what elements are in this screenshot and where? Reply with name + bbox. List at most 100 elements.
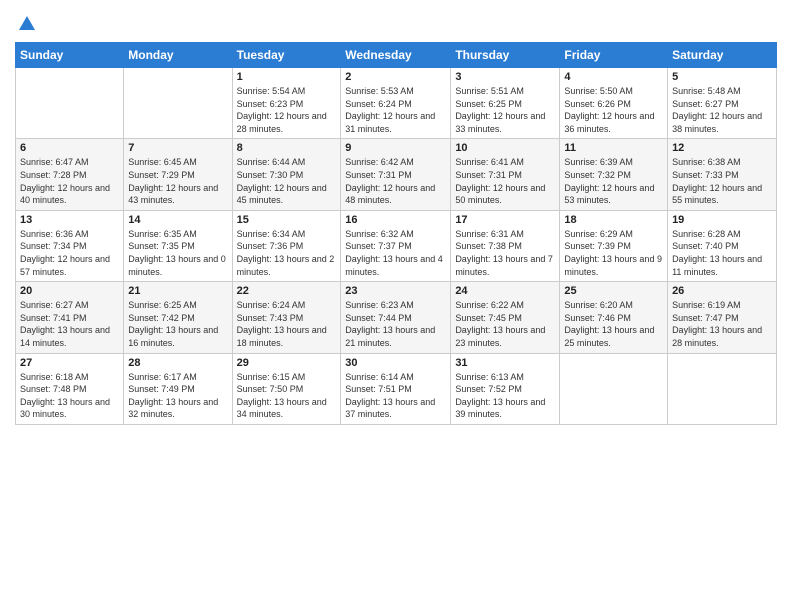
day-info: Sunrise: 5:54 AM Sunset: 6:23 PM Dayligh…	[237, 85, 337, 135]
calendar-cell: 7 Sunrise: 6:45 AM Sunset: 7:29 PM Daylig…	[124, 139, 232, 210]
day-of-week-header: Monday	[124, 43, 232, 68]
day-info: Sunrise: 6:38 AM Sunset: 7:33 PM Dayligh…	[672, 156, 772, 206]
day-of-week-header: Thursday	[451, 43, 560, 68]
day-info: Sunrise: 6:28 AM Sunset: 7:40 PM Dayligh…	[672, 228, 772, 278]
day-number: 29	[237, 357, 337, 369]
day-of-week-header: Tuesday	[232, 43, 341, 68]
day-number: 10	[455, 142, 555, 154]
day-info: Sunrise: 6:36 AM Sunset: 7:34 PM Dayligh…	[20, 228, 119, 278]
day-number: 19	[672, 214, 772, 226]
day-info: Sunrise: 5:50 AM Sunset: 6:26 PM Dayligh…	[564, 85, 663, 135]
day-info: Sunrise: 6:45 AM Sunset: 7:29 PM Dayligh…	[128, 156, 227, 206]
day-number: 14	[128, 214, 227, 226]
calendar-cell: 6Sunrise: 6:47 AM Sunset: 7:28 PM Daylig…	[16, 139, 124, 210]
day-info: Sunrise: 6:42 AM Sunset: 7:31 PM Dayligh…	[345, 156, 446, 206]
day-number: 23	[345, 285, 446, 297]
day-number: 11	[564, 142, 663, 154]
day-number: 25	[564, 285, 663, 297]
day-of-week-header: Saturday	[668, 43, 777, 68]
day-info: Sunrise: 6:35 AM Sunset: 7:35 PM Dayligh…	[128, 228, 227, 278]
calendar-week-row: 20 Sunrise: 6:27 AM Sunset: 7:41 PM Dayli…	[16, 282, 777, 353]
calendar-header-row: SundayMondayTuesdayWednesdayThursdayFrid…	[16, 43, 777, 68]
calendar-week-row: 1 Sunrise: 5:54 AM Sunset: 6:23 PM Daylig…	[16, 68, 777, 139]
day-number: 22	[237, 285, 337, 297]
calendar-cell: 2Sunrise: 5:53 AM Sunset: 6:24 PM Daylig…	[341, 68, 451, 139]
day-info: Sunrise: 6:25 AM Sunset: 7:42 PM Dayligh…	[128, 299, 227, 349]
calendar: SundayMondayTuesdayWednesdayThursdayFrid…	[15, 42, 777, 425]
day-number: 12	[672, 142, 772, 154]
calendar-cell: 25 Sunrise: 6:20 AM Sunset: 7:46 PM Dayli…	[560, 282, 668, 353]
day-number: 30	[345, 357, 446, 369]
day-of-week-header: Friday	[560, 43, 668, 68]
calendar-cell: 31 Sunrise: 6:13 AM Sunset: 7:52 PM Dayli…	[451, 353, 560, 424]
day-number: 21	[128, 285, 227, 297]
calendar-cell: 3 Sunrise: 5:51 AM Sunset: 6:25 PM Daylig…	[451, 68, 560, 139]
day-number: 2	[345, 71, 446, 83]
day-info: Sunrise: 6:24 AM Sunset: 7:43 PM Dayligh…	[237, 299, 337, 349]
day-info: Sunrise: 6:41 AM Sunset: 7:31 PM Dayligh…	[455, 156, 555, 206]
calendar-cell: 11 Sunrise: 6:39 AM Sunset: 7:32 PM Dayli…	[560, 139, 668, 210]
calendar-cell: 8Sunrise: 6:44 AM Sunset: 7:30 PM Daylig…	[232, 139, 341, 210]
calendar-cell: 14 Sunrise: 6:35 AM Sunset: 7:35 PM Dayli…	[124, 210, 232, 281]
day-info: Sunrise: 6:13 AM Sunset: 7:52 PM Dayligh…	[455, 371, 555, 421]
day-number: 20	[20, 285, 119, 297]
day-info: Sunrise: 6:29 AM Sunset: 7:39 PM Dayligh…	[564, 228, 663, 278]
day-number: 17	[455, 214, 555, 226]
day-info: Sunrise: 6:23 AM Sunset: 7:44 PM Dayligh…	[345, 299, 446, 349]
calendar-cell: 26 Sunrise: 6:19 AM Sunset: 7:47 PM Dayli…	[668, 282, 777, 353]
calendar-cell	[668, 353, 777, 424]
day-info: Sunrise: 6:31 AM Sunset: 7:38 PM Dayligh…	[455, 228, 555, 278]
calendar-cell: 19 Sunrise: 6:28 AM Sunset: 7:40 PM Dayli…	[668, 210, 777, 281]
day-info: Sunrise: 6:47 AM Sunset: 7:28 PM Dayligh…	[20, 156, 119, 206]
day-info: Sunrise: 6:39 AM Sunset: 7:32 PM Dayligh…	[564, 156, 663, 206]
calendar-cell: 18 Sunrise: 6:29 AM Sunset: 7:39 PM Dayli…	[560, 210, 668, 281]
logo-icon	[17, 14, 37, 34]
day-number: 28	[128, 357, 227, 369]
calendar-cell: 20 Sunrise: 6:27 AM Sunset: 7:41 PM Dayli…	[16, 282, 124, 353]
day-number: 16	[345, 214, 446, 226]
calendar-cell: 30Sunrise: 6:14 AM Sunset: 7:51 PM Dayli…	[341, 353, 451, 424]
day-number: 5	[672, 71, 772, 83]
calendar-cell	[560, 353, 668, 424]
day-number: 24	[455, 285, 555, 297]
calendar-week-row: 27Sunrise: 6:18 AM Sunset: 7:48 PM Dayli…	[16, 353, 777, 424]
calendar-cell: 12 Sunrise: 6:38 AM Sunset: 7:33 PM Dayli…	[668, 139, 777, 210]
day-number: 18	[564, 214, 663, 226]
day-number: 13	[20, 214, 119, 226]
day-info: Sunrise: 6:17 AM Sunset: 7:49 PM Dayligh…	[128, 371, 227, 421]
calendar-cell: 10 Sunrise: 6:41 AM Sunset: 7:31 PM Dayli…	[451, 139, 560, 210]
day-number: 8	[237, 142, 337, 154]
calendar-week-row: 6Sunrise: 6:47 AM Sunset: 7:28 PM Daylig…	[16, 139, 777, 210]
calendar-week-row: 13 Sunrise: 6:36 AM Sunset: 7:34 PM Dayli…	[16, 210, 777, 281]
day-of-week-header: Sunday	[16, 43, 124, 68]
day-info: Sunrise: 6:34 AM Sunset: 7:36 PM Dayligh…	[237, 228, 337, 278]
day-info: Sunrise: 6:19 AM Sunset: 7:47 PM Dayligh…	[672, 299, 772, 349]
day-number: 27	[20, 357, 119, 369]
day-number: 26	[672, 285, 772, 297]
day-info: Sunrise: 6:20 AM Sunset: 7:46 PM Dayligh…	[564, 299, 663, 349]
logo	[15, 14, 37, 34]
day-number: 1	[237, 71, 337, 83]
calendar-cell: 9Sunrise: 6:42 AM Sunset: 7:31 PM Daylig…	[341, 139, 451, 210]
calendar-cell: 21 Sunrise: 6:25 AM Sunset: 7:42 PM Dayli…	[124, 282, 232, 353]
calendar-cell: 17 Sunrise: 6:31 AM Sunset: 7:38 PM Dayli…	[451, 210, 560, 281]
day-number: 7	[128, 142, 227, 154]
page: SundayMondayTuesdayWednesdayThursdayFrid…	[0, 0, 792, 612]
calendar-cell: 16 Sunrise: 6:32 AM Sunset: 7:37 PM Dayli…	[341, 210, 451, 281]
day-number: 3	[455, 71, 555, 83]
day-info: Sunrise: 5:51 AM Sunset: 6:25 PM Dayligh…	[455, 85, 555, 135]
day-info: Sunrise: 5:48 AM Sunset: 6:27 PM Dayligh…	[672, 85, 772, 135]
calendar-cell: 28 Sunrise: 6:17 AM Sunset: 7:49 PM Dayli…	[124, 353, 232, 424]
calendar-cell: 13 Sunrise: 6:36 AM Sunset: 7:34 PM Dayli…	[16, 210, 124, 281]
calendar-cell: 4Sunrise: 5:50 AM Sunset: 6:26 PM Daylig…	[560, 68, 668, 139]
calendar-cell: 15 Sunrise: 6:34 AM Sunset: 7:36 PM Dayli…	[232, 210, 341, 281]
calendar-cell	[16, 68, 124, 139]
day-info: Sunrise: 6:27 AM Sunset: 7:41 PM Dayligh…	[20, 299, 119, 349]
day-number: 31	[455, 357, 555, 369]
day-number: 15	[237, 214, 337, 226]
day-info: Sunrise: 6:22 AM Sunset: 7:45 PM Dayligh…	[455, 299, 555, 349]
day-info: Sunrise: 6:32 AM Sunset: 7:37 PM Dayligh…	[345, 228, 446, 278]
calendar-cell: 29Sunrise: 6:15 AM Sunset: 7:50 PM Dayli…	[232, 353, 341, 424]
calendar-cell: 23 Sunrise: 6:23 AM Sunset: 7:44 PM Dayli…	[341, 282, 451, 353]
calendar-cell: 22 Sunrise: 6:24 AM Sunset: 7:43 PM Dayli…	[232, 282, 341, 353]
